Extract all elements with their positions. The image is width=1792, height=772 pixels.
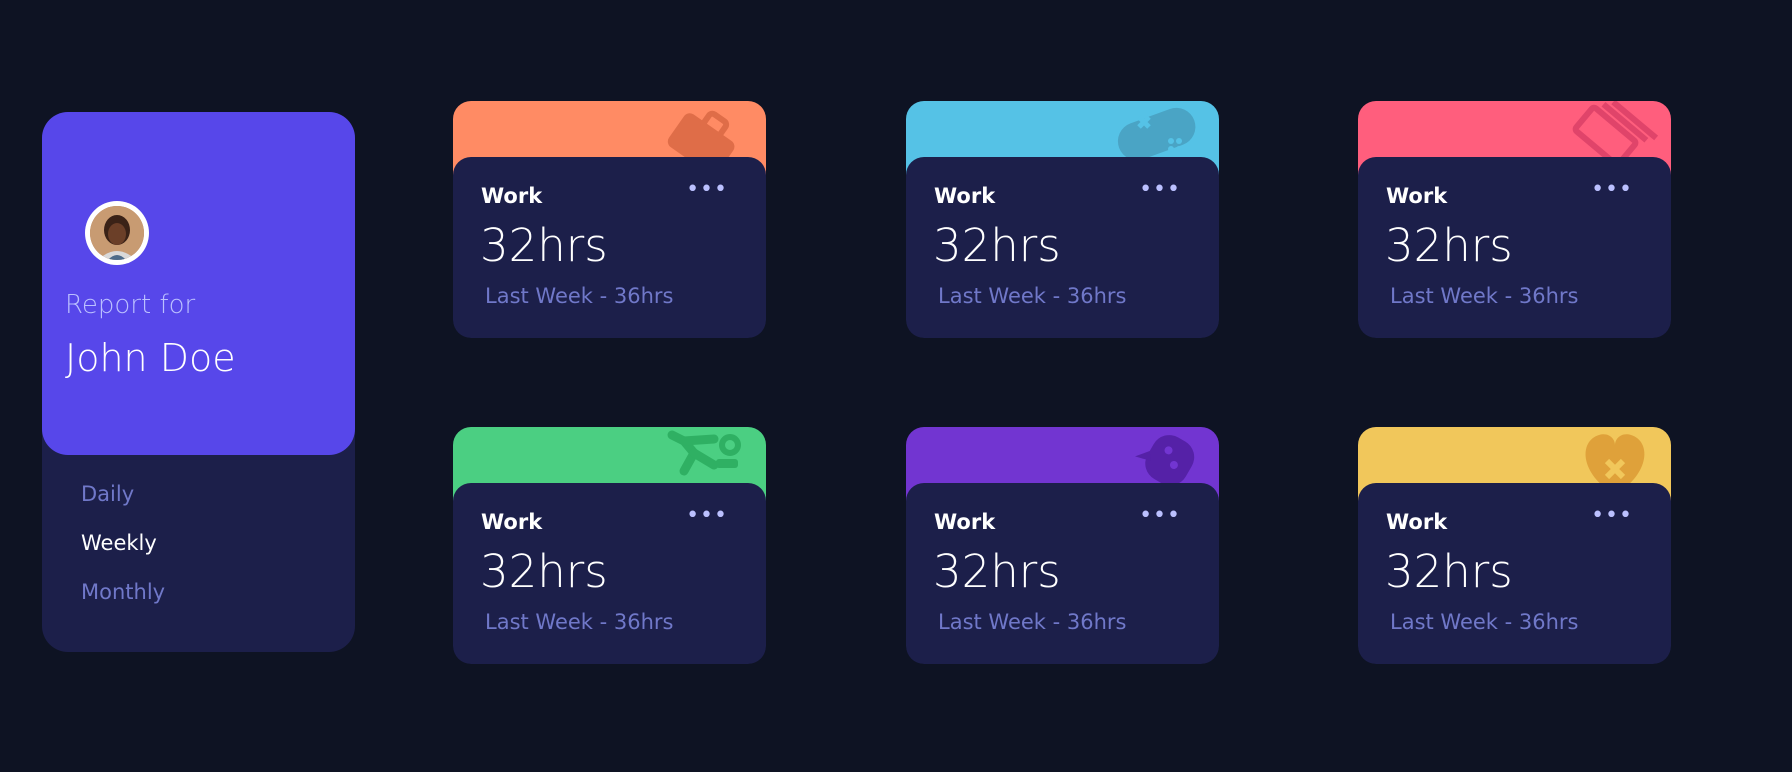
report-for-label: Report for <box>65 290 196 320</box>
previous-hours: Last Week - 36hrs <box>485 610 674 634</box>
more-options-icon[interactable]: ••• <box>1139 177 1181 202</box>
previous-hours: Last Week - 36hrs <box>1390 610 1579 634</box>
period-daily[interactable]: Daily <box>81 482 165 506</box>
profile-card: Report for John Doe Daily Weekly Monthly <box>42 112 355 652</box>
more-options-icon[interactable]: ••• <box>686 177 728 202</box>
card-body: Work ••• 32hrs Last Week - 36hrs <box>1358 157 1671 338</box>
more-options-icon[interactable]: ••• <box>1139 503 1181 528</box>
period-weekly[interactable]: Weekly <box>81 531 165 555</box>
profile-header: Report for John Doe <box>42 112 355 455</box>
current-hours: 32hrs <box>480 545 608 598</box>
period-monthly[interactable]: Monthly <box>81 580 165 604</box>
previous-hours: Last Week - 36hrs <box>1390 284 1579 308</box>
more-options-icon[interactable]: ••• <box>1591 177 1633 202</box>
previous-hours: Last Week - 36hrs <box>938 284 1127 308</box>
card-body: Work ••• 32hrs Last Week - 36hrs <box>906 157 1219 338</box>
card-title: Work <box>934 510 996 534</box>
current-hours: 32hrs <box>933 219 1061 272</box>
card-title: Work <box>1386 184 1448 208</box>
current-hours: 32hrs <box>480 219 608 272</box>
user-name: John Doe <box>65 336 236 380</box>
activity-card: Work ••• 32hrs Last Week - 36hrs <box>453 427 766 664</box>
card-body: Work ••• 32hrs Last Week - 36hrs <box>453 157 766 338</box>
previous-hours: Last Week - 36hrs <box>485 284 674 308</box>
more-options-icon[interactable]: ••• <box>686 503 728 528</box>
current-hours: 32hrs <box>933 545 1061 598</box>
card-body: Work ••• 32hrs Last Week - 36hrs <box>453 483 766 664</box>
current-hours: 32hrs <box>1385 545 1513 598</box>
activity-card: Work ••• 32hrs Last Week - 36hrs <box>1358 101 1671 338</box>
avatar-photo <box>90 206 144 260</box>
previous-hours: Last Week - 36hrs <box>938 610 1127 634</box>
period-selector: Daily Weekly Monthly <box>81 482 165 604</box>
card-title: Work <box>934 184 996 208</box>
dashboard: Report for John Doe Daily Weekly Monthly… <box>0 0 1792 772</box>
more-options-icon[interactable]: ••• <box>1591 503 1633 528</box>
activity-card: Work ••• 32hrs Last Week - 36hrs <box>453 101 766 338</box>
avatar <box>85 201 149 265</box>
activity-card: Work ••• 32hrs Last Week - 36hrs <box>906 427 1219 664</box>
activity-card: Work ••• 32hrs Last Week - 36hrs <box>1358 427 1671 664</box>
card-body: Work ••• 32hrs Last Week - 36hrs <box>906 483 1219 664</box>
card-title: Work <box>1386 510 1448 534</box>
card-body: Work ••• 32hrs Last Week - 36hrs <box>1358 483 1671 664</box>
current-hours: 32hrs <box>1385 219 1513 272</box>
activity-card: Work ••• 32hrs Last Week - 36hrs <box>906 101 1219 338</box>
card-title: Work <box>481 184 543 208</box>
card-title: Work <box>481 510 543 534</box>
